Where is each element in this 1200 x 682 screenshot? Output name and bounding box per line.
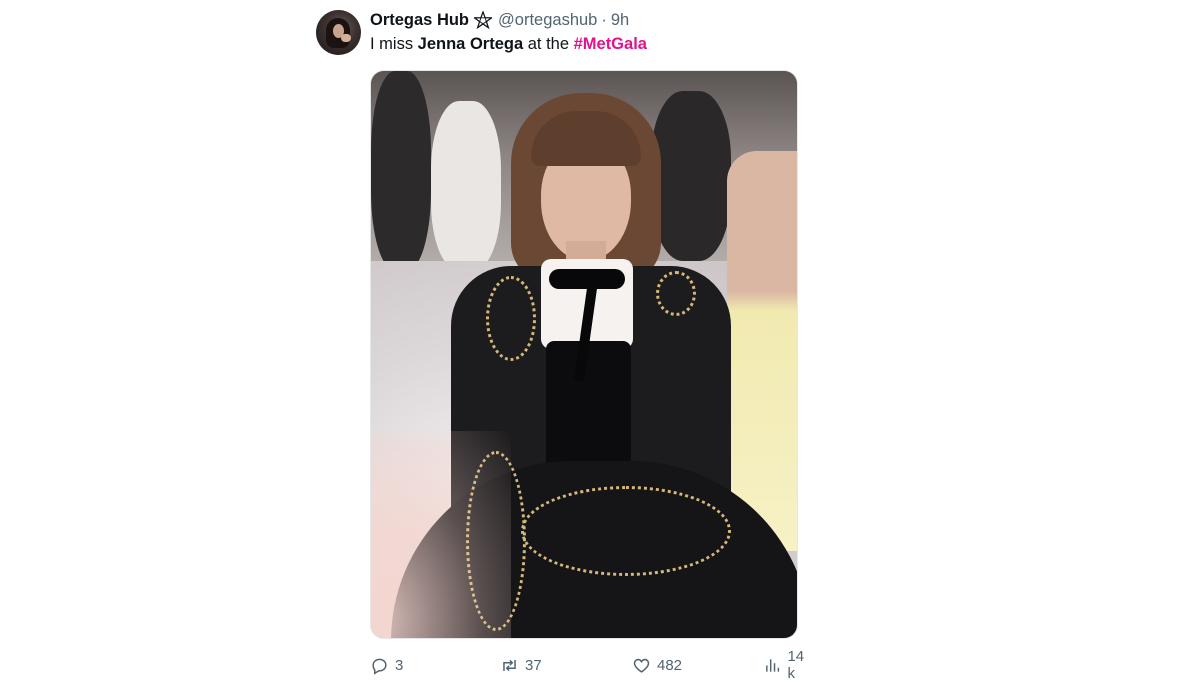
avatar[interactable]: [316, 10, 361, 55]
separator-dot: ·: [601, 10, 607, 29]
pentagram-icon: [472, 10, 494, 30]
tweet-card[interactable]: Ortegas Hub @ortegashub · 9h I miss Jenn…: [316, 8, 836, 682]
tweet-header: Ortegas Hub @ortegashub · 9h: [370, 9, 629, 31]
timestamp[interactable]: 9h: [611, 11, 629, 30]
text-bold-name: Jenna Ortega: [417, 35, 524, 53]
retweet-icon: [503, 659, 516, 671]
like-count: 482: [657, 656, 683, 674]
retweet-count: 37: [525, 656, 542, 674]
heart-icon: [633, 658, 650, 673]
reply-icon: [372, 658, 387, 675]
display-name[interactable]: Ortegas Hub: [370, 11, 469, 30]
photo-guest: [727, 151, 797, 551]
hashtag-link[interactable]: #MetGala: [574, 35, 647, 53]
views-chart-icon: [766, 658, 780, 672]
text-prefix: I miss: [370, 35, 418, 53]
views-count: 14 k: [787, 648, 805, 682]
reply-count: 3: [395, 656, 404, 674]
tweet-photo[interactable]: [370, 70, 798, 639]
tweet-text: I miss Jenna Ortega at the #MetGala: [370, 35, 647, 54]
text-middle: at the: [523, 35, 574, 53]
user-handle[interactable]: @ortegashub: [498, 11, 597, 30]
